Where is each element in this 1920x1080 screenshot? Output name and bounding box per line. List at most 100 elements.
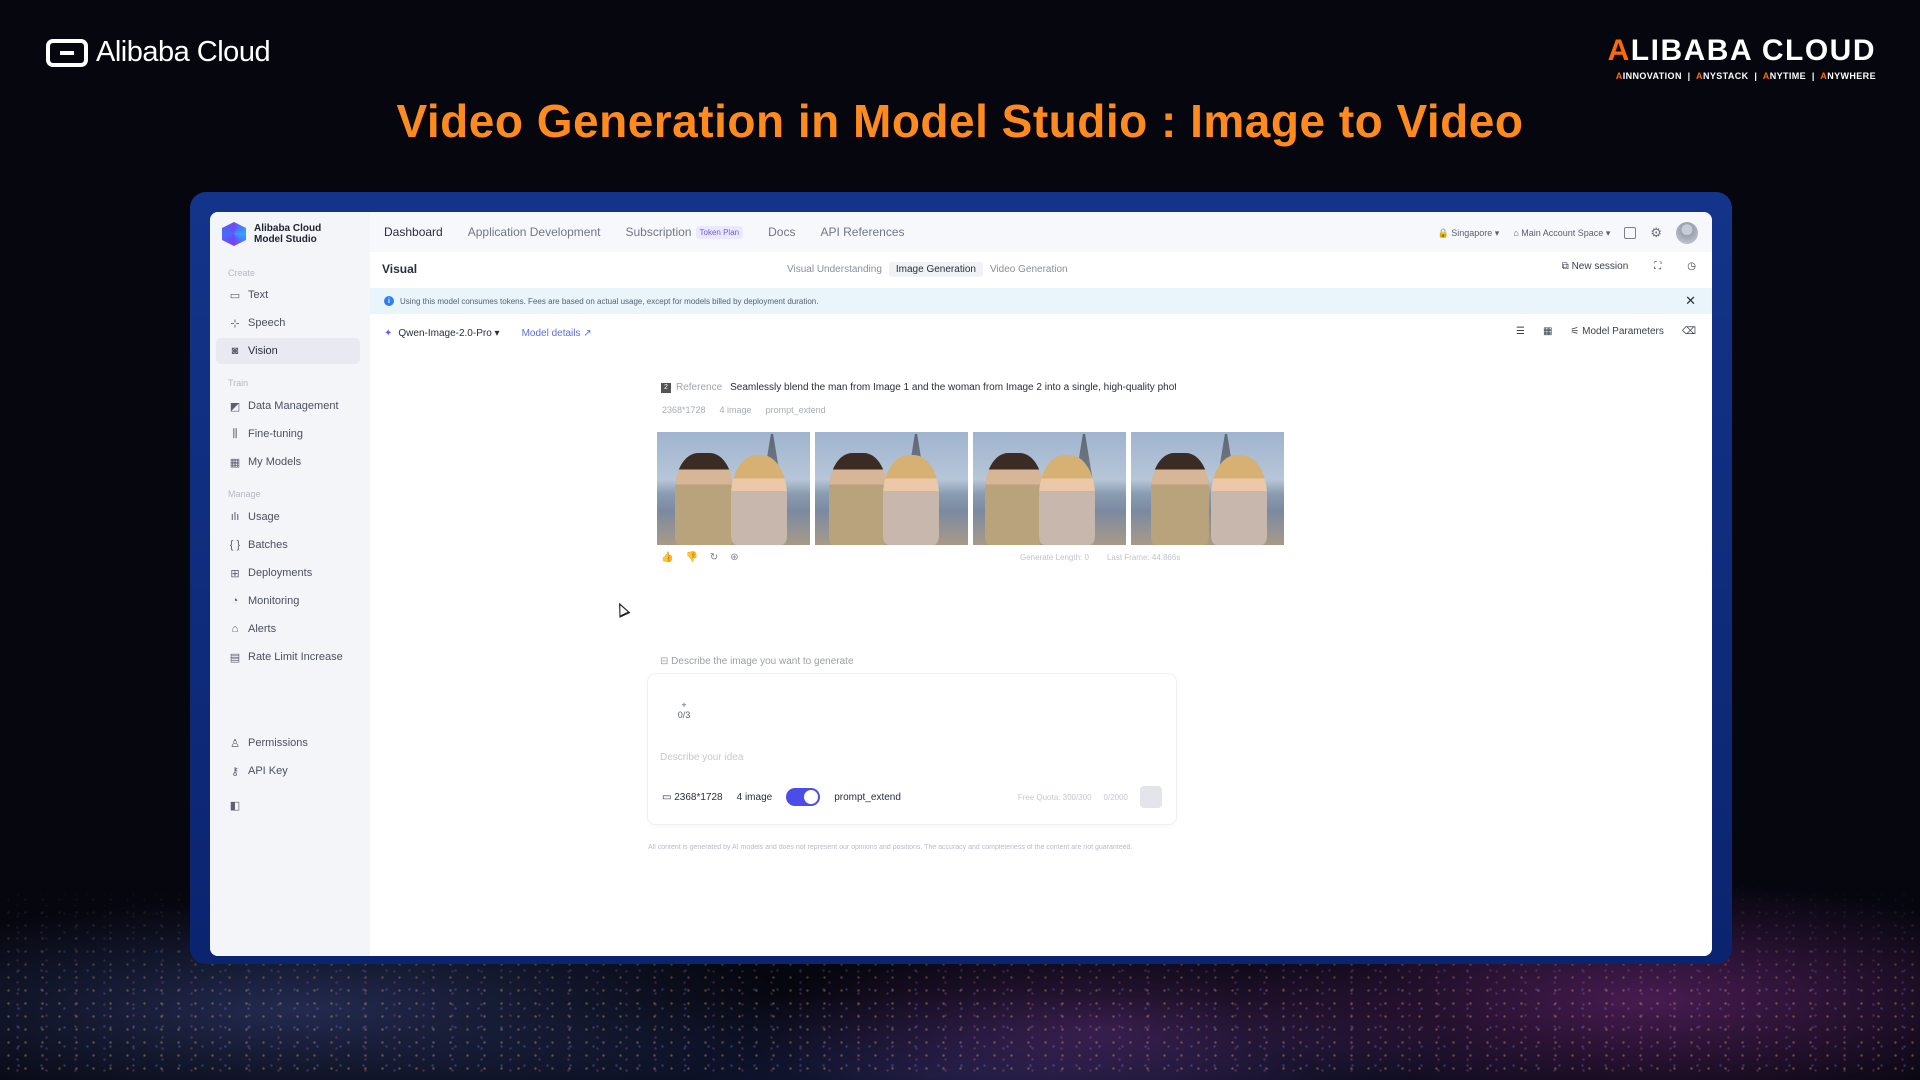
sidebar-item-deployments[interactable]: ⊞ Deployments (216, 560, 360, 586)
sidebar-item-my-models[interactable]: ▦ My Models (216, 449, 360, 475)
new-session-label: New session (1571, 261, 1629, 272)
brand-text: Alibaba Cloud Model Studio (254, 223, 321, 245)
tab-api-references[interactable]: API References (820, 225, 904, 239)
generated-image-4[interactable] (1131, 432, 1284, 545)
mouse-cursor-icon (613, 600, 631, 618)
account-label: Main Account Space (1521, 227, 1604, 238)
brand-line1: Alibaba Cloud (254, 223, 322, 234)
subtab-image-generation[interactable]: Image Generation (888, 262, 983, 277)
tab-docs[interactable]: Docs (768, 225, 795, 239)
reference-prompt-text: Seamlessly blend the man from Image 1 an… (730, 382, 1176, 393)
prompt-header-text: Describe the image you want to generate (671, 656, 854, 667)
image-count-selector[interactable]: 4 image (737, 792, 773, 803)
thumbs-up-icon[interactable]: 👍 (661, 552, 673, 563)
model-parameters-label: Model Parameters (1582, 326, 1664, 337)
grid-view-icon[interactable]: ▦ (1543, 326, 1552, 337)
reference-label-text: Reference (676, 382, 723, 393)
sidebar-item-monitoring[interactable]: ◔ Monitoring (216, 588, 360, 614)
quota-info: Free Quota: 300/300 0/2000 (1018, 786, 1162, 808)
generated-image-3[interactable] (973, 432, 1126, 545)
model-parameters-button[interactable]: ⚟ Model Parameters (1570, 326, 1663, 337)
regenerate-icon[interactable]: ↻ (710, 552, 718, 563)
image-subject (1151, 453, 1209, 545)
sidebar-item-rate-limit-increase[interactable]: ▤ Rate Limit Increase (216, 644, 360, 670)
image-upload-button[interactable]: + 0/3 (662, 688, 706, 732)
slide-title: Video Generation in Model Studio : Image… (396, 95, 1524, 147)
model-studio-brand[interactable]: Alibaba Cloud Model Studio (222, 222, 321, 246)
resolution-selector[interactable]: ▭ 2368*1728 (662, 792, 723, 803)
token-notice-banner: i Using this model consumes tokens. Fees… (370, 288, 1712, 314)
sidebar-item-fine-tuning[interactable]: ⫼ Fine-tuning (216, 421, 360, 447)
prompt-header: ⊟ Describe the image you want to generat… (660, 656, 854, 667)
alibaba-cloud-logo-right: ALIBABA CLOUD AINNOVATION | ANYSTACK | A… (1608, 34, 1876, 81)
chart-icon: ◩ (229, 400, 241, 413)
camera-icon: ◙ (231, 345, 239, 357)
sidebar-item-speech[interactable]: ⊹ Speech (216, 310, 360, 336)
subtab-video-generation[interactable]: Video Generation (983, 262, 1075, 277)
sidebar-item-api-key[interactable]: ⚷ API Key (216, 758, 360, 784)
generated-images (657, 432, 1284, 545)
doc-icon: ▤ (229, 651, 241, 664)
tab-dashboard[interactable]: Dashboard (384, 225, 443, 239)
generation-stats: Generate Length: 0 Last Frame: 44.866s (1020, 553, 1180, 562)
sidebar-item-label: Deployments (248, 567, 313, 579)
collapse-sidebar-button[interactable]: ◧ (216, 792, 246, 818)
tab-application-development[interactable]: Application Development (468, 225, 601, 239)
nav-section-train: Train (228, 378, 249, 388)
sidebar-item-vision[interactable]: ◙ Vision (216, 338, 360, 364)
model-right-controls: ☰ ▦ ⚟ Model Parameters ⌫ (1516, 326, 1696, 337)
ai-disclaimer: All content is generated by AI models an… (648, 844, 1133, 851)
info-icon: i (384, 296, 394, 306)
model-selector-row: ✦ Qwen-Image-2.0-Pro ▾ Model details ↗ (384, 328, 592, 339)
tag-anystack: NYSTACK (1702, 71, 1749, 81)
history-icon[interactable]: ◷ (1687, 261, 1696, 272)
sidebar-item-alerts[interactable]: ⌂ Alerts (216, 616, 360, 642)
sidebar-item-usage[interactable]: ılı Usage (216, 504, 360, 530)
model-studio-logo-icon (222, 222, 246, 246)
subtab-visual-understanding[interactable]: Visual Understanding (780, 262, 889, 277)
more-icon[interactable]: ⊛ (730, 552, 738, 563)
sidebar-item-permissions[interactable]: ♙ Permissions (216, 730, 360, 756)
region-selector[interactable]: 🔒 Singapore ▾ (1438, 228, 1500, 239)
language-icon[interactable] (1624, 227, 1637, 239)
tab-subscription[interactable]: Subscription Token Plan (625, 225, 744, 240)
user-icon: ♙ (230, 737, 240, 750)
account-selector[interactable]: ⌂ Main Account Space ▾ (1513, 228, 1610, 239)
prompt-box: + 0/3 Describe your idea ▭ 2368*1728 4 i… (648, 674, 1176, 824)
nav-section-manage: Manage (228, 489, 261, 499)
model-details-link[interactable]: Model details ↗ (522, 328, 592, 339)
send-button[interactable] (1140, 786, 1162, 808)
generated-image-2[interactable] (815, 432, 968, 545)
clear-icon[interactable]: ⌫ (1682, 326, 1696, 337)
fullscreen-icon[interactable]: ⛶ (1654, 261, 1661, 272)
grid-icon: ▦ (229, 456, 241, 469)
image-actions: 👍 👎 ↻ ⊛ (661, 552, 739, 563)
sidebar: Alibaba Cloud Model Studio Create ▭ Text … (210, 212, 370, 956)
generated-image-1[interactable] (657, 432, 810, 545)
prompt-options: ▭ 2368*1728 4 image prompt_extend Free Q… (662, 786, 1162, 808)
list-view-icon[interactable]: ☰ (1516, 326, 1525, 337)
char-count: 0/2000 (1103, 792, 1128, 802)
prompt-area: ⊟ Describe the image you want to generat… (648, 652, 1176, 842)
prompt-extend-toggle[interactable] (786, 788, 821, 806)
new-session-button[interactable]: ⧉ New session (1562, 261, 1629, 272)
deploy-icon: ⊞ (230, 567, 240, 580)
prompt-input[interactable]: Describe your idea (660, 752, 743, 763)
tag-anytime: NYTIME (1769, 71, 1807, 81)
reference-prompt-row: 2 Reference Seamlessly blend the man from… (661, 382, 1176, 393)
resolution-label: 2368*1728 (674, 791, 723, 803)
sidebar-item-text[interactable]: ▭ Text (216, 282, 360, 308)
close-icon[interactable]: ✕ (1685, 293, 1696, 309)
page-title: Visual (382, 262, 418, 276)
image-subject (1039, 455, 1095, 545)
token-plan-badge: Token Plan (695, 226, 744, 240)
avatar[interactable] (1676, 222, 1698, 244)
model-selector[interactable]: Qwen-Image-2.0-Pro ▾ (398, 328, 499, 339)
bar-icon: ılı (230, 511, 240, 523)
sidebar-item-data-management[interactable]: ◩ Data Management (216, 393, 360, 419)
sidebar-item-batches[interactable]: { } Batches (216, 532, 360, 558)
tag-innovation: INNOVATION (1622, 71, 1682, 81)
thumbs-down-icon[interactable]: 👎 (685, 552, 697, 563)
gear-icon[interactable]: ⚙ (1650, 225, 1662, 241)
top-navigation: Dashboard Application Development Subscr… (370, 212, 1712, 252)
